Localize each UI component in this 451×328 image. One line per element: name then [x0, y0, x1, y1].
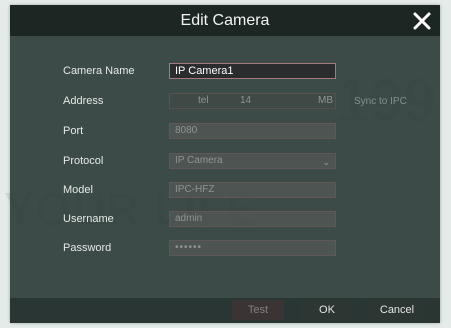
close-icon[interactable] — [410, 9, 434, 33]
port-label: Port — [63, 125, 84, 137]
address-segment-1: tel — [198, 95, 209, 106]
ok-button[interactable]: OK — [301, 300, 353, 320]
password-label: Password — [63, 242, 112, 254]
edit-camera-dialog: Edit Camera Camera Name IP Camera1 Addre… — [10, 5, 440, 323]
dialog-title: Edit Camera — [180, 12, 270, 29]
address-label: Address — [63, 95, 104, 107]
address-segment-2: 14 — [240, 95, 252, 106]
sync-to-ipc-button[interactable]: Sync to IPC — [354, 94, 407, 110]
port-input[interactable]: 8080 — [169, 123, 336, 139]
model-label: Model — [63, 184, 93, 196]
camera-name-label: Camera Name — [63, 65, 135, 77]
username-input[interactable]: admin — [169, 211, 336, 227]
cancel-button[interactable]: Cancel — [368, 300, 426, 320]
address-segment-3: MB — [318, 95, 333, 106]
model-input[interactable]: IPC-HFZ — [169, 182, 336, 198]
dialog-title-bar: Edit Camera — [10, 5, 440, 36]
username-label: Username — [63, 213, 114, 225]
protocol-select[interactable]: IP Camera ⌄ — [169, 153, 336, 169]
protocol-label: Protocol — [63, 155, 104, 167]
password-input[interactable]: •••••• — [169, 240, 336, 256]
test-button[interactable]: Test — [232, 300, 284, 320]
protocol-value: IP Camera — [175, 155, 223, 166]
dialog-footer: Test OK Cancel — [10, 298, 440, 323]
camera-name-input[interactable]: IP Camera1 — [169, 63, 336, 79]
address-input[interactable]: tel 14 MB — [169, 93, 336, 109]
chevron-down-icon: ⌄ — [322, 157, 330, 167]
